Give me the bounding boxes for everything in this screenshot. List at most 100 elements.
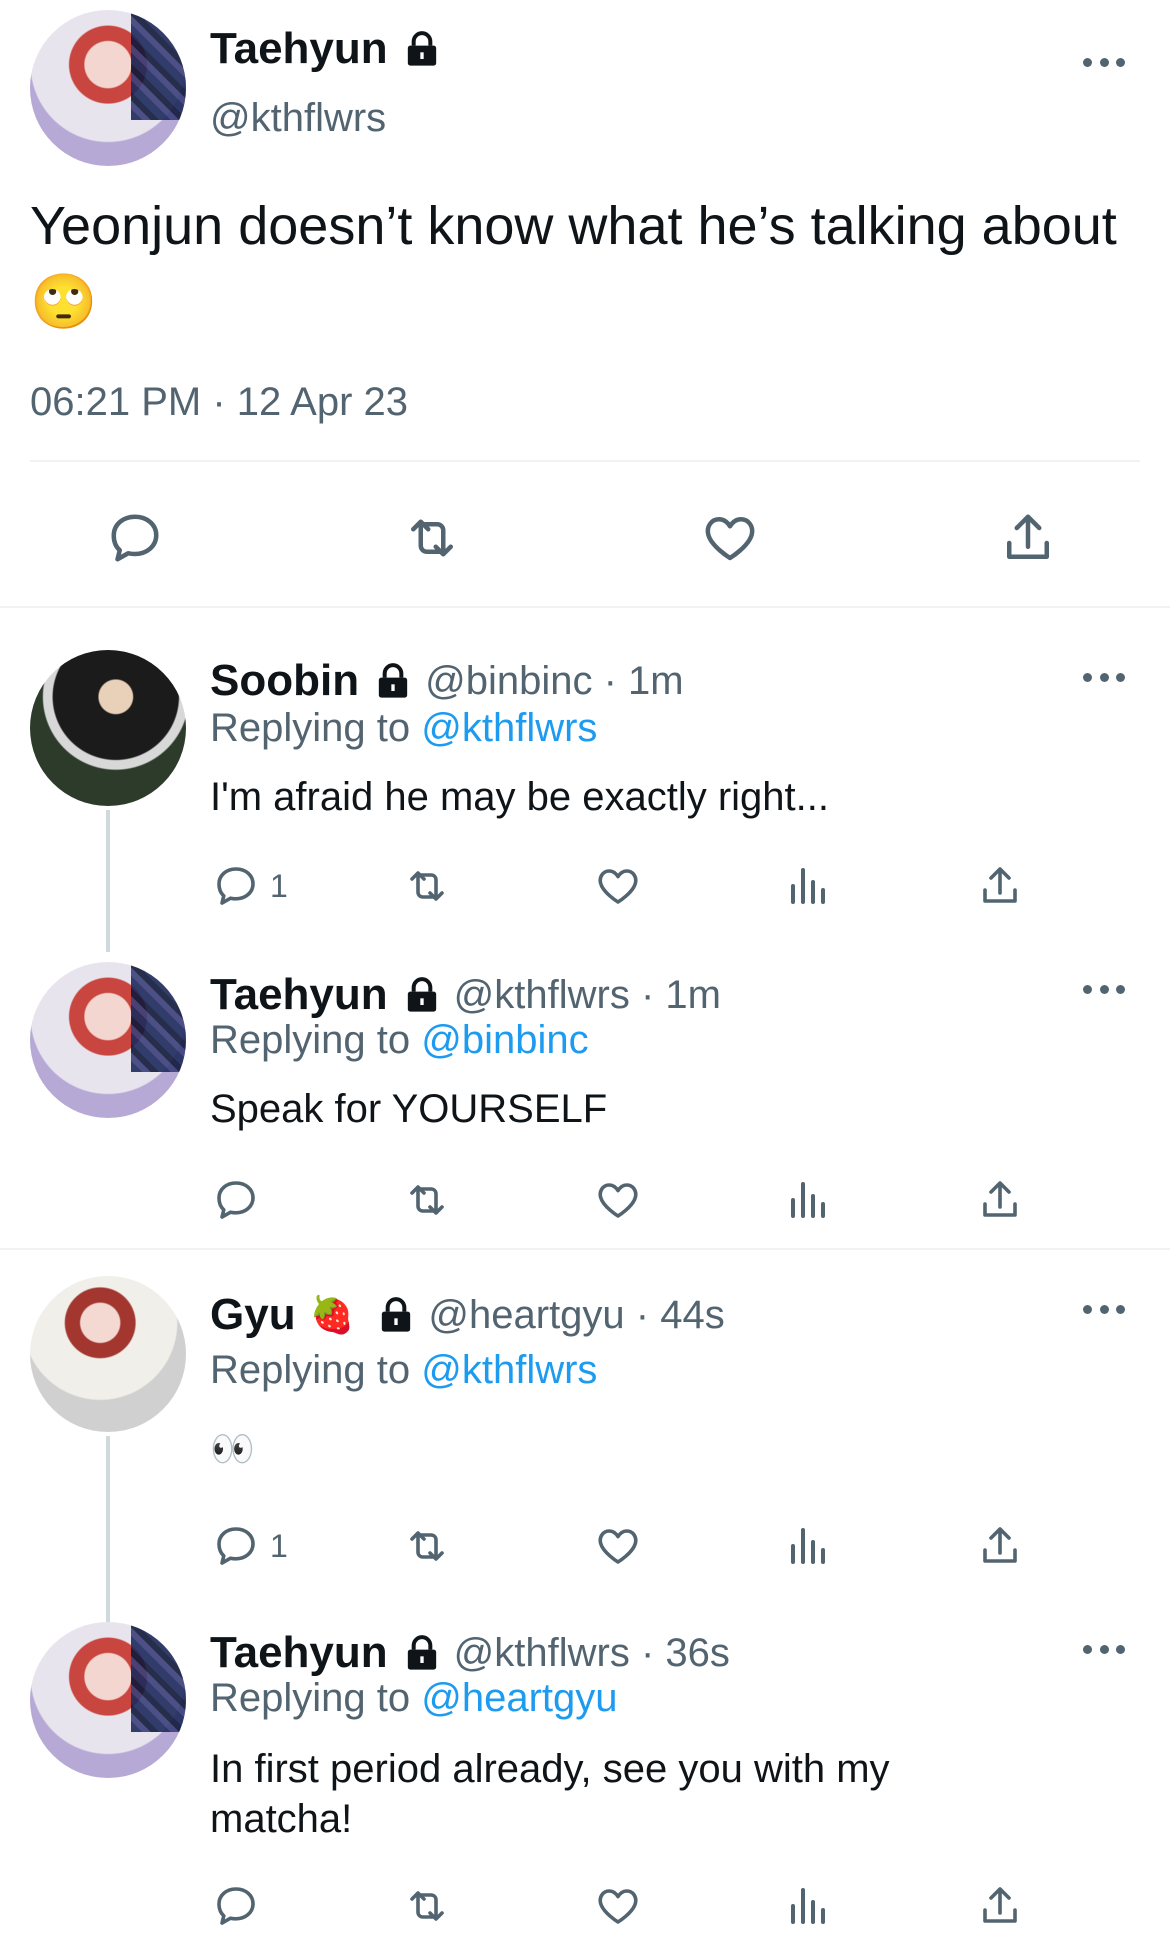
author-name[interactable]: Taehyun: [210, 970, 388, 1020]
more-options-icon[interactable]: [1083, 1645, 1125, 1655]
author-name-row: Taehyun @kthflwrs · 36s: [210, 1628, 730, 1678]
tweet-text: Yeonjun doesn’t know what he’s talking a…: [30, 196, 1117, 256]
more-options-icon[interactable]: [1083, 985, 1125, 995]
reply-button[interactable]: [212, 1176, 270, 1224]
share-button[interactable]: [976, 862, 1024, 910]
views-button[interactable]: [785, 862, 833, 910]
replying-to-mention[interactable]: @heartgyu: [421, 1676, 617, 1720]
lock-icon: [402, 975, 442, 1015]
replying-to-label: Replying to: [210, 1676, 422, 1720]
tweet-text: I'm afraid he may be exactly right...: [210, 775, 830, 819]
heart-icon: [594, 1882, 642, 1930]
author-handle-time[interactable]: @kthflwrs · 36s: [454, 1631, 730, 1676]
author-name[interactable]: Gyu: [210, 1290, 296, 1340]
tweet-text: 👀: [210, 1428, 255, 1469]
reply-icon: [212, 1882, 260, 1930]
lock-icon: [373, 661, 413, 701]
avatar[interactable]: [30, 10, 186, 166]
replying-to-mention[interactable]: @kthflwrs: [421, 1348, 597, 1392]
share-button[interactable]: [976, 1882, 1024, 1930]
divider: [0, 1248, 1170, 1250]
share-icon: [976, 1176, 1024, 1224]
like-button[interactable]: [594, 862, 642, 910]
author-handle[interactable]: @kthflwrs: [210, 96, 386, 141]
retweet-button[interactable]: [403, 1882, 451, 1930]
thread-line: [106, 1436, 110, 1622]
more-options-icon[interactable]: [1083, 58, 1125, 68]
reply-icon: [212, 1176, 260, 1224]
like-button[interactable]: [700, 508, 760, 568]
reply-button[interactable]: [105, 508, 165, 568]
retweet-button[interactable]: [403, 862, 451, 910]
heart-icon: [594, 1522, 642, 1570]
more-options-icon[interactable]: [1083, 1305, 1125, 1315]
views-icon: [785, 1882, 833, 1930]
retweet-button[interactable]: [402, 508, 462, 568]
retweet-icon: [403, 1522, 451, 1570]
share-button[interactable]: [998, 508, 1058, 568]
replying-to: Replying to @binbinc: [210, 1018, 589, 1063]
author-handle-time[interactable]: @heartgyu · 44s: [428, 1293, 724, 1338]
author-handle-time[interactable]: @binbinc · 1m: [425, 659, 683, 704]
tweet-timestamp: 06:21 PM · 12 Apr 23: [30, 380, 409, 424]
author-name[interactable]: Taehyun: [210, 24, 388, 74]
like-button[interactable]: [594, 1176, 642, 1224]
avatar[interactable]: [30, 650, 186, 806]
heart-icon: [594, 862, 642, 910]
share-icon: [976, 1882, 1024, 1930]
heart-icon: [700, 508, 760, 568]
tweet-text-block: Yeonjun doesn’t know what he’s talking a…: [30, 188, 1140, 340]
avatar[interactable]: [30, 1622, 186, 1778]
views-button[interactable]: [785, 1522, 833, 1570]
reply-icon: [105, 508, 165, 568]
reply-icon: [212, 1522, 260, 1570]
strawberry-emoji: 🍓: [309, 1294, 355, 1335]
author-name[interactable]: Taehyun: [210, 1628, 388, 1678]
author-name-row: Gyu 🍓 @heartgyu · 44s: [210, 1290, 725, 1340]
replying-to: Replying to @heartgyu: [210, 1676, 618, 1721]
divider: [30, 460, 1140, 462]
author-handle-time[interactable]: @kthflwrs · 1m: [454, 973, 721, 1018]
author-name-row: Taehyun @kthflwrs · 1m: [210, 970, 721, 1020]
share-button[interactable]: [976, 1522, 1024, 1570]
reply-button[interactable]: 1: [212, 862, 288, 910]
reply-button[interactable]: 1: [212, 1522, 288, 1570]
reply-icon: [212, 862, 260, 910]
avatar[interactable]: [30, 962, 186, 1118]
avatar[interactable]: [30, 1276, 186, 1432]
retweet-button[interactable]: [403, 1522, 451, 1570]
replying-to-mention[interactable]: @binbinc: [421, 1018, 588, 1062]
replying-to-label: Replying to: [210, 1018, 422, 1062]
share-icon: [976, 1522, 1024, 1570]
reply-button[interactable]: [212, 1882, 270, 1930]
author-name-row: Taehyun: [210, 24, 442, 74]
author-name-row: Soobin @binbinc · 1m: [210, 656, 684, 706]
replying-to-mention[interactable]: @kthflwrs: [421, 706, 597, 750]
views-button[interactable]: [785, 1176, 833, 1224]
replying-to-label: Replying to: [210, 706, 422, 750]
tweet-text-line2: matcha!: [210, 1797, 353, 1841]
more-options-icon[interactable]: [1083, 673, 1125, 683]
retweet-icon: [403, 1882, 451, 1930]
thread-line: [106, 810, 110, 952]
retweet-button[interactable]: [403, 1176, 451, 1224]
eye-roll-emoji: 🙄: [30, 272, 98, 332]
author-name[interactable]: Soobin: [210, 656, 359, 706]
lock-icon: [376, 1295, 416, 1335]
retweet-icon: [402, 508, 462, 568]
share-button[interactable]: [976, 1176, 1024, 1224]
retweet-icon: [403, 862, 451, 910]
divider: [0, 606, 1170, 608]
replying-to: Replying to @kthflwrs: [210, 1348, 597, 1393]
share-icon: [998, 508, 1058, 568]
views-button[interactable]: [785, 1882, 833, 1930]
share-icon: [976, 862, 1024, 910]
reply-count: 1: [270, 1527, 288, 1564]
heart-icon: [594, 1176, 642, 1224]
like-button[interactable]: [594, 1522, 642, 1570]
replying-to-label: Replying to: [210, 1348, 422, 1392]
lock-icon: [402, 29, 442, 69]
views-icon: [785, 1522, 833, 1570]
like-button[interactable]: [594, 1882, 642, 1930]
replying-to: Replying to @kthflwrs: [210, 706, 597, 751]
